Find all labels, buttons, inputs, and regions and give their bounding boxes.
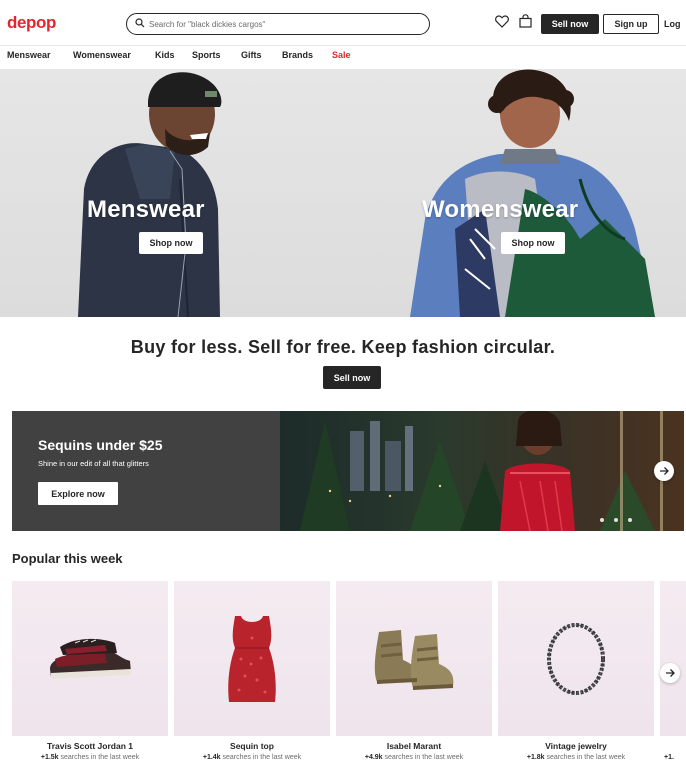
menswear-shop-now-button[interactable]: Shop now xyxy=(139,232,203,254)
boots-illustration xyxy=(374,629,454,690)
hero-banner: Menswear Shop now Womenswear Shop now xyxy=(0,69,686,317)
log-in-link[interactable]: Log xyxy=(664,19,681,29)
card-title[interactable]: Vintage jewelry xyxy=(498,741,654,751)
necklace-image[interactable] xyxy=(498,581,654,736)
popular-section-title: Popular this week xyxy=(12,551,123,566)
promo-next-button[interactable] xyxy=(654,461,674,481)
sneaker-image[interactable] xyxy=(12,581,168,736)
arrow-right-icon xyxy=(660,467,669,475)
carousel-dot[interactable] xyxy=(600,518,604,522)
card-search-count: +4.9k searches in the last week xyxy=(364,754,464,761)
search-icon xyxy=(135,18,145,28)
womenswear-model-image[interactable] xyxy=(405,69,665,317)
popular-card[interactable]: Travis Scott Jordan 1 +1.5k searches in … xyxy=(12,581,168,774)
menswear-heading: Menswear xyxy=(87,196,205,223)
tagline: Buy for less. Sell for free. Keep fashio… xyxy=(130,337,556,357)
card-search-count: +1.8k searches in the last week xyxy=(526,754,626,761)
carousel-dots xyxy=(600,518,632,522)
boots-image[interactable] xyxy=(336,581,492,736)
sell-now-button[interactable]: Sell now xyxy=(541,14,599,34)
necklace-illustration xyxy=(547,622,605,695)
card-title[interactable]: Isabel Marant xyxy=(336,741,492,751)
nav-menswear[interactable]: Menswear xyxy=(7,50,51,60)
popular-next-button[interactable] xyxy=(660,663,680,683)
tagline-sell-now-button[interactable]: Sell now xyxy=(323,366,381,389)
sequins-promo-banner: Sequins under $25 Shine in our edit of a… xyxy=(12,411,684,531)
carousel-dot[interactable] xyxy=(628,518,632,522)
promo-subtitle: Shine in our edit of all that glitters xyxy=(38,459,149,468)
promo-image[interactable] xyxy=(280,411,684,531)
womenswear-heading: Womenswear xyxy=(422,196,579,223)
card-search-count: +1.5k searches in the last week xyxy=(40,754,140,761)
promo-text-panel: Sequins under $25 Shine in our edit of a… xyxy=(12,411,280,531)
sneaker-illustration xyxy=(50,638,131,679)
nav-sale[interactable]: Sale xyxy=(332,50,351,60)
bag-icon[interactable] xyxy=(519,14,532,28)
popular-carousel: Travis Scott Jordan 1 +1.5k searches in … xyxy=(12,581,686,774)
card-title[interactable]: Sequin top xyxy=(174,741,330,751)
arrow-right-icon xyxy=(666,669,675,677)
nav-womenswear[interactable]: Womenswear xyxy=(73,50,131,60)
depop-logo[interactable]: depop xyxy=(7,13,56,33)
category-nav: Menswear Womenswear Kids Sports Gifts Br… xyxy=(0,47,686,69)
card-title[interactable]: Travis Scott Jordan 1 xyxy=(12,741,168,751)
nav-brands[interactable]: Brands xyxy=(282,50,313,60)
card-search-count: +1.4k searches in the last week xyxy=(202,754,302,761)
site-header: depop Sell now Sign up Log xyxy=(0,0,686,46)
sign-up-button[interactable]: Sign up xyxy=(603,14,659,34)
card-search-count: +1. xyxy=(664,754,674,761)
womenswear-shop-now-button[interactable]: Shop now xyxy=(501,232,565,254)
nav-sports[interactable]: Sports xyxy=(192,50,221,60)
search-input[interactable] xyxy=(149,16,419,32)
explore-now-button[interactable]: Explore now xyxy=(38,482,118,505)
popular-card[interactable]: Sequin top +1.4k searches in the last we… xyxy=(174,581,330,774)
carousel-dot[interactable] xyxy=(614,518,618,522)
sequin-top-illustration xyxy=(228,615,276,702)
partial-card-image[interactable] xyxy=(660,581,686,736)
menswear-model-image[interactable] xyxy=(70,69,240,317)
heart-icon[interactable] xyxy=(495,15,509,28)
promo-photo-scene xyxy=(300,411,663,531)
nav-gifts[interactable]: Gifts xyxy=(241,50,262,60)
search-bar[interactable] xyxy=(126,13,430,35)
promo-title: Sequins under $25 xyxy=(38,437,163,453)
nav-kids[interactable]: Kids xyxy=(155,50,175,60)
sequin-top-image[interactable] xyxy=(174,581,330,736)
popular-card[interactable]: Isabel Marant +4.9k searches in the last… xyxy=(336,581,492,774)
popular-card[interactable]: Vintage jewelry +1.8k searches in the la… xyxy=(498,581,654,774)
